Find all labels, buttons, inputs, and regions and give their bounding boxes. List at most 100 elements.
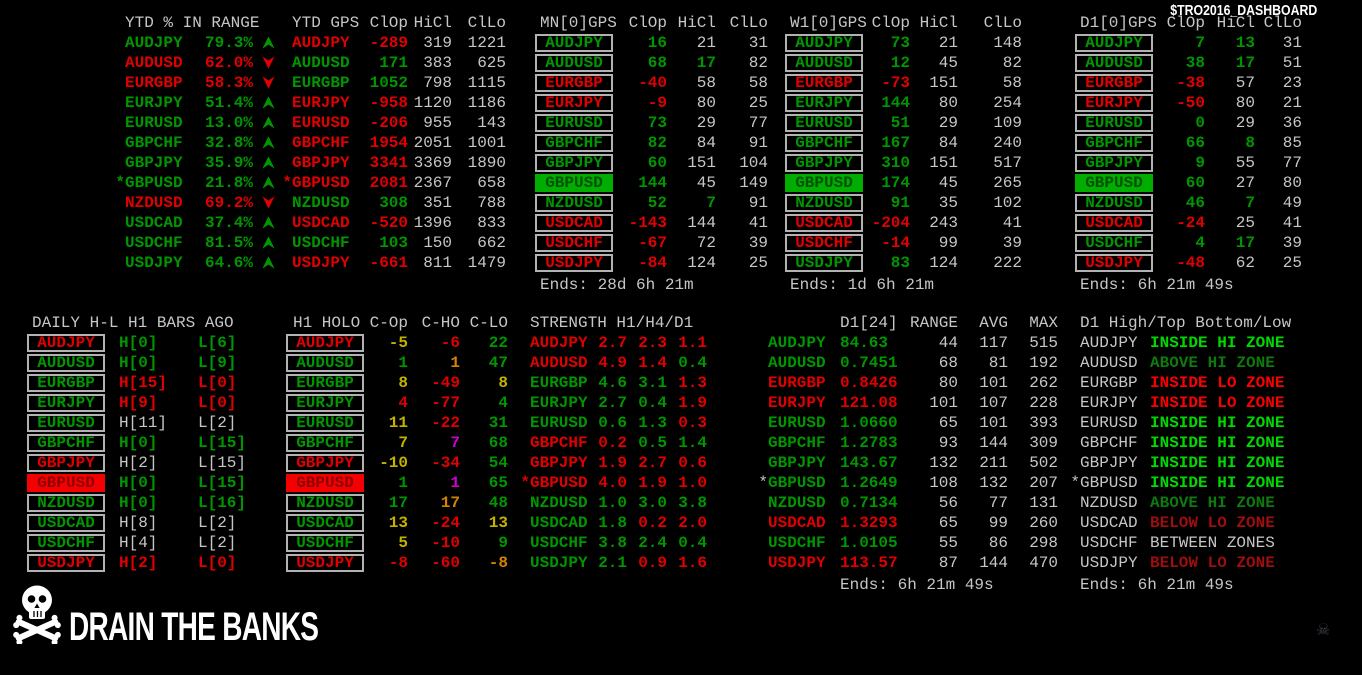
pair-box-GBPUSD[interactable]: GBPUSD <box>535 174 613 192</box>
value-cell: L[9] <box>198 354 237 372</box>
pair-box-EURUSD[interactable]: EURUSD <box>1075 114 1153 132</box>
pair-box-EURUSD[interactable]: EURUSD <box>535 114 613 132</box>
pair-box-GBPJPY[interactable]: GBPJPY <box>535 154 613 172</box>
pair-box-GBPJPY[interactable]: GBPJPY <box>785 154 863 172</box>
pair-box-GBPCHF[interactable]: GBPCHF <box>535 134 613 152</box>
pair-box-AUDUSD[interactable]: AUDUSD <box>535 54 613 72</box>
pair-box-USDCAD[interactable]: USDCAD <box>27 514 105 532</box>
pair-box-GBPJPY[interactable]: GBPJPY <box>286 454 364 472</box>
pair-box-NZDUSD[interactable]: NZDUSD <box>1075 194 1153 212</box>
pair-row: GBPCHF H[0] L[15] <box>27 433 248 453</box>
value-cell: 1.9 <box>678 394 707 412</box>
pair-box-cell: GBPUSD <box>785 174 865 192</box>
column-header: HiCl <box>677 14 716 32</box>
pair-row: AUDJPY 79.3% <box>113 33 283 53</box>
value-cell: 48 <box>488 494 508 512</box>
pair-box-EURUSD[interactable]: EURUSD <box>785 114 863 132</box>
pair-box-USDCHF[interactable]: USDCHF <box>286 534 364 552</box>
value-cell: 222 <box>993 254 1022 272</box>
value-cell: 83 <box>890 254 910 272</box>
pair-box-GBPCHF[interactable]: GBPCHF <box>27 434 105 452</box>
pair-box-EURGBP[interactable]: EURGBP <box>286 374 364 392</box>
pair-box-EURJPY[interactable]: EURJPY <box>785 94 863 112</box>
pair-box-EURJPY[interactable]: EURJPY <box>535 94 613 112</box>
pair-box-USDJPY[interactable]: USDJPY <box>1075 254 1153 272</box>
pair-box-USDCAD[interactable]: USDCAD <box>535 214 613 232</box>
pair-box-NZDUSD[interactable]: NZDUSD <box>535 194 613 212</box>
pair-box-GBPCHF[interactable]: GBPCHF <box>286 434 364 452</box>
value-cell: -8 <box>388 554 408 572</box>
value-cell: 1.3 <box>678 374 707 392</box>
pair-label: EURGBP <box>292 74 350 92</box>
pair-box-USDCAD[interactable]: USDCAD <box>785 214 863 232</box>
value-cell: 1.4 <box>678 434 707 452</box>
pair-box-cell: USDCHF <box>1075 234 1155 252</box>
value-cell: L[16] <box>198 494 247 512</box>
value-cell: 93 <box>938 434 958 452</box>
pair-box-EURGBP[interactable]: EURGBP <box>1075 74 1153 92</box>
pair-row: GBPJPY INSIDE HI ZONE <box>1070 453 1302 473</box>
pair-box-USDCHF[interactable]: USDCHF <box>27 534 105 552</box>
pair-box-AUDJPY[interactable]: AUDJPY <box>785 34 863 52</box>
pair-box-USDCAD[interactable]: USDCAD <box>1075 214 1153 232</box>
pair-box-EURUSD[interactable]: EURUSD <box>286 414 364 432</box>
pair-row: EURJPY H[9] L[0] <box>27 393 248 413</box>
pair-box-USDJPY[interactable]: USDJPY <box>535 254 613 272</box>
pair-box-EURUSD[interactable]: EURUSD <box>27 414 105 432</box>
pair-row: EURJPY 51.4% <box>113 93 283 113</box>
pair-box-GBPUSD[interactable]: GBPUSD <box>785 174 863 192</box>
pair-box-AUDUSD[interactable]: AUDUSD <box>1075 54 1153 72</box>
pair-box-USDJPY[interactable]: USDJPY <box>27 554 105 572</box>
pair-row: GBPUSD 174 45 265 <box>785 173 1022 193</box>
pair-box-AUDJPY[interactable]: AUDJPY <box>1075 34 1153 52</box>
pair-box-cell: EURGBP <box>785 74 865 92</box>
value-cell: 22 <box>488 334 508 352</box>
pair-box-EURGBP[interactable]: EURGBP <box>785 74 863 92</box>
pair-row: NZDUSD 308 351 788 <box>280 193 506 213</box>
pair-box-NZDUSD[interactable]: NZDUSD <box>27 494 105 512</box>
pair-box-USDCHF[interactable]: USDCHF <box>535 234 613 252</box>
pair-row: EURGBP 8 -49 8 <box>286 373 508 393</box>
value-cell: 65 <box>938 514 958 532</box>
pair-label: AUDUSD <box>125 54 183 72</box>
pair-box-GBPCHF[interactable]: GBPCHF <box>1075 134 1153 152</box>
pair-box-GBPCHF[interactable]: GBPCHF <box>785 134 863 152</box>
pair-box-USDCAD[interactable]: USDCAD <box>286 514 364 532</box>
pair-box-USDCHF[interactable]: USDCHF <box>785 234 863 252</box>
value-cell: 0.2 <box>638 514 667 532</box>
pair-box-EURJPY[interactable]: EURJPY <box>286 394 364 412</box>
value-cell: 0.3 <box>678 414 707 432</box>
pair-box-cell: AUDUSD <box>785 54 865 72</box>
pair-box-AUDJPY[interactable]: AUDJPY <box>27 334 105 352</box>
pair-row: AUDUSD H[0] L[9] <box>27 353 248 373</box>
pair-box-USDCHF[interactable]: USDCHF <box>1075 234 1153 252</box>
pair-row: USDCHF 1.0105 55 86 298 <box>758 533 1058 553</box>
value-cell: 1221 <box>467 34 506 52</box>
value-cell: 17 <box>440 494 460 512</box>
pair-box-AUDUSD[interactable]: AUDUSD <box>286 354 364 372</box>
pair-box-GBPUSD[interactable]: GBPUSD <box>27 474 105 492</box>
pair-box-EURGBP[interactable]: EURGBP <box>27 374 105 392</box>
pair-box-AUDJPY[interactable]: AUDJPY <box>535 34 613 52</box>
pair-box-AUDJPY[interactable]: AUDJPY <box>286 334 364 352</box>
pair-row: AUDUSD 12 45 82 <box>785 53 1022 73</box>
pair-box-NZDUSD[interactable]: NZDUSD <box>785 194 863 212</box>
pair-box-NZDUSD[interactable]: NZDUSD <box>286 494 364 512</box>
pair-box-GBPJPY[interactable]: GBPJPY <box>1075 154 1153 172</box>
pair-box-EURGBP[interactable]: EURGBP <box>535 74 613 92</box>
pair-box-USDJPY[interactable]: USDJPY <box>286 554 364 572</box>
pair-box-cell: EURUSD <box>1075 114 1155 132</box>
value-cell: 0.7134 <box>840 494 898 512</box>
value-cell: 25 <box>1282 254 1302 272</box>
pair-box-EURJPY[interactable]: EURJPY <box>27 394 105 412</box>
pair-box-AUDUSD[interactable]: AUDUSD <box>785 54 863 72</box>
pair-box-AUDUSD[interactable]: AUDUSD <box>27 354 105 372</box>
pair-label: NZDUSD <box>768 494 826 512</box>
pair-box-EURJPY[interactable]: EURJPY <box>1075 94 1153 112</box>
trend-up-icon <box>253 214 283 232</box>
pair-box-GBPJPY[interactable]: GBPJPY <box>27 454 105 472</box>
pair-box-GBPUSD[interactable]: GBPUSD <box>286 474 364 492</box>
pair-box-GBPUSD[interactable]: GBPUSD <box>1075 174 1153 192</box>
pair-box-USDJPY[interactable]: USDJPY <box>785 254 863 272</box>
pair-label: GBPJPY <box>125 154 183 172</box>
